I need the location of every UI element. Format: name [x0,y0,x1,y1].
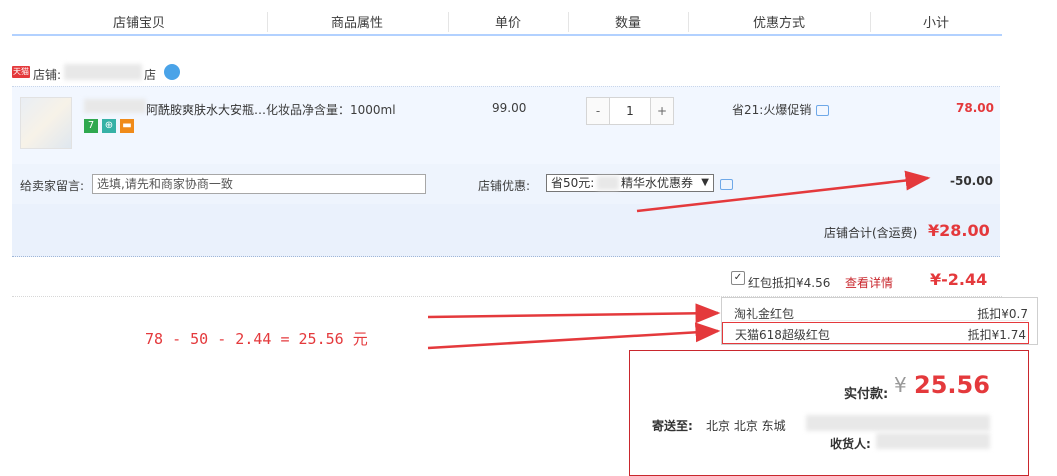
payment-amount: 25.56 [914,371,990,399]
payment-summary: 实付款: ¥ 25.56 寄送至: 北京 北京 东城 收货人: [629,350,1029,476]
ship-address: 北京 北京 东城 [706,419,786,433]
payment-currency: ¥ [894,373,907,397]
payment-label: 实付款: [844,387,889,402]
arrow-to-red-packet-2 [427,322,721,350]
arrow-to-shop-discount [636,170,931,213]
receiver-label: 收货人: [830,437,871,451]
arrow-to-red-packet-1 [427,303,721,324]
receiver-redacted [876,433,990,449]
ship-to-label: 寄送至: [652,419,693,433]
address-redacted [806,415,990,431]
